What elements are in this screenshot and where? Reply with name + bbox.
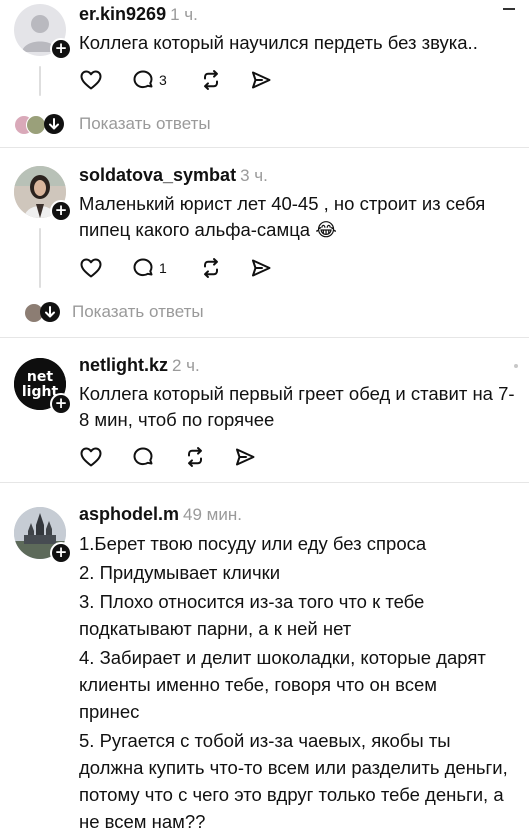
like-button[interactable] bbox=[79, 445, 103, 471]
action-bar: 1 bbox=[79, 256, 279, 282]
username[interactable]: netlight.kz bbox=[79, 355, 168, 375]
comment-text: Маленький юрист лет 40-45 , но строит из… bbox=[79, 193, 486, 240]
repost-icon bbox=[204, 258, 218, 278]
username[interactable]: er.kin9269 bbox=[79, 4, 166, 24]
comment-header: asphodel.m 49 мин. bbox=[79, 504, 242, 525]
share-button[interactable] bbox=[249, 256, 273, 282]
more-options-icon[interactable] bbox=[514, 364, 518, 368]
send-icon bbox=[252, 259, 271, 277]
like-button[interactable] bbox=[79, 68, 103, 94]
heart-icon bbox=[80, 447, 102, 467]
send-icon bbox=[236, 448, 255, 466]
minimize-icon[interactable] bbox=[503, 8, 515, 10]
action-bar bbox=[79, 445, 279, 471]
list-item: 4. Забирает и делит шоколадки, которые д… bbox=[79, 647, 486, 722]
comment-icon bbox=[133, 447, 153, 466]
list-item: 3. Плохо относится из-за того что к тебе… bbox=[79, 591, 425, 639]
comment-header: netlight.kz 2 ч. bbox=[79, 355, 200, 376]
list-item: 2. Придумывает клички bbox=[79, 562, 281, 583]
timestamp: 49 мин. bbox=[183, 505, 242, 524]
reply-count: 3 bbox=[159, 72, 167, 88]
reply-button[interactable]: 3 bbox=[131, 68, 181, 94]
show-replies-link[interactable]: Показать ответы bbox=[72, 302, 204, 322]
show-replies-row[interactable]: Показать ответы bbox=[24, 301, 324, 325]
like-button[interactable] bbox=[79, 256, 103, 282]
username[interactable]: soldatova_symbat bbox=[79, 165, 236, 185]
thread-line bbox=[39, 228, 41, 288]
comment-icon bbox=[133, 258, 153, 277]
comment-4: + asphodel.m 49 мин. 1.Берет твою посуду … bbox=[0, 483, 529, 832]
reply-button[interactable]: 1 bbox=[131, 256, 181, 282]
timestamp: 2 ч. bbox=[172, 356, 200, 375]
repost-button[interactable] bbox=[199, 68, 223, 94]
thread-line bbox=[39, 66, 41, 96]
repost-button[interactable] bbox=[183, 445, 207, 471]
comment-text: Коллега который первый греет обед и став… bbox=[79, 383, 515, 430]
username[interactable]: asphodel.m bbox=[79, 504, 179, 524]
reply-avatars bbox=[14, 113, 74, 135]
action-bar: 3 bbox=[79, 68, 279, 94]
show-replies-row[interactable]: Показать ответы bbox=[14, 113, 314, 137]
heart-icon bbox=[80, 258, 102, 278]
share-button[interactable] bbox=[249, 68, 273, 94]
arrow-down-icon bbox=[40, 302, 60, 322]
list-item: 1.Берет твою посуду или еду без спроса bbox=[79, 533, 427, 554]
comment-2: + soldatova_symbat 3 ч. Маленький юрист л… bbox=[0, 148, 529, 337]
timestamp: 1 ч. bbox=[170, 5, 198, 24]
send-icon bbox=[252, 71, 271, 89]
arrow-down-icon bbox=[44, 114, 64, 134]
follow-plus-icon[interactable]: + bbox=[50, 393, 72, 415]
reply-avatars bbox=[24, 301, 68, 323]
comment-text: 1.Берет твою посуду или еду без спроса 2… bbox=[79, 530, 517, 835]
reply-count: 1 bbox=[159, 260, 167, 276]
comment-header: soldatova_symbat 3 ч. bbox=[79, 165, 268, 186]
show-replies-link[interactable]: Показать ответы bbox=[79, 114, 211, 134]
follow-plus-icon[interactable]: + bbox=[50, 200, 72, 222]
heart-icon bbox=[80, 70, 102, 90]
timestamp: 3 ч. bbox=[240, 166, 268, 185]
svg-text:net: net bbox=[27, 369, 53, 385]
follow-plus-icon[interactable]: + bbox=[50, 542, 72, 564]
comment-icon bbox=[133, 70, 153, 89]
repost-button[interactable] bbox=[199, 256, 223, 282]
comment-1: + er.kin9269 1 ч. Коллега который научилс… bbox=[0, 0, 529, 147]
reply-avatar bbox=[26, 115, 46, 135]
comment-header: er.kin9269 1 ч. bbox=[79, 4, 198, 25]
share-button[interactable] bbox=[233, 445, 257, 471]
comment-text: Коллега который научился пердеть без зву… bbox=[79, 32, 478, 53]
repost-icon bbox=[188, 447, 202, 467]
follow-plus-icon[interactable]: + bbox=[50, 38, 72, 60]
comment-3: net light + netlight.kz 2 ч. Коллега кото… bbox=[0, 338, 529, 482]
list-item: 5. Ругается с тобой из-за чаевых, якобы … bbox=[79, 730, 508, 832]
reply-button[interactable] bbox=[131, 445, 155, 471]
repost-icon bbox=[204, 70, 218, 90]
